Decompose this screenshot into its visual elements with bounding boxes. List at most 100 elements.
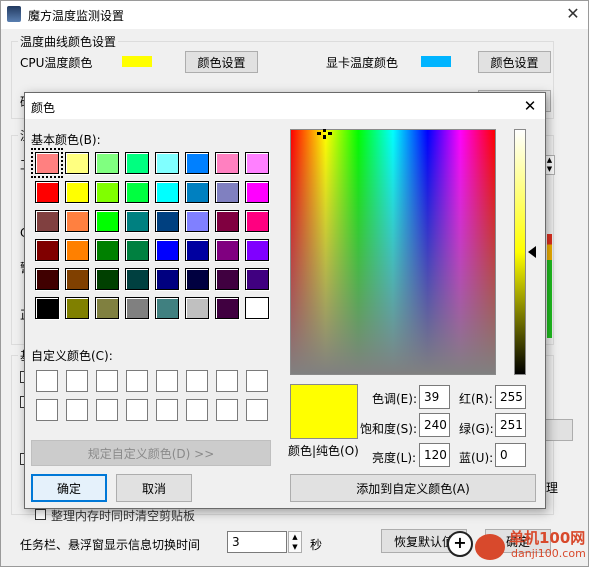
- green-input[interactable]: 251: [495, 413, 526, 437]
- partial-right-text: 理: [546, 481, 559, 495]
- gpu-color-button[interactable]: 颜色设置: [478, 51, 551, 73]
- cpu-color-button[interactable]: 颜色设置: [185, 51, 258, 73]
- basic-color-swatch[interactable]: [125, 181, 149, 203]
- basic-color-swatch[interactable]: [95, 210, 119, 232]
- basic-color-swatch[interactable]: [65, 297, 89, 319]
- basic-color-swatch[interactable]: [245, 152, 269, 174]
- basic-color-swatch[interactable]: [245, 239, 269, 261]
- basic-color-swatch[interactable]: [125, 239, 149, 261]
- blue-input[interactable]: 0: [495, 443, 526, 467]
- watermark-url: danji100.com: [511, 547, 586, 560]
- basic-color-swatch[interactable]: [185, 239, 209, 261]
- define-custom-colors-button[interactable]: 规定自定义颜色(D) >>: [31, 440, 271, 466]
- basic-color-swatch[interactable]: [215, 181, 239, 203]
- basic-color-swatch[interactable]: [125, 152, 149, 174]
- basic-color-swatch[interactable]: [155, 268, 179, 290]
- blue-label: 蓝(U):: [459, 451, 494, 465]
- luminance-arrow-icon[interactable]: [528, 246, 536, 258]
- basic-color-swatch[interactable]: [185, 152, 209, 174]
- basic-color-swatch[interactable]: [215, 268, 239, 290]
- spectrum-crosshair-icon: [317, 128, 333, 139]
- hue-input[interactable]: 39: [419, 385, 450, 409]
- main-title: 魔方温度监测设置: [28, 9, 125, 23]
- red-input[interactable]: 255: [495, 385, 526, 409]
- custom-color-slot[interactable]: [66, 399, 88, 421]
- basic-color-swatch[interactable]: [155, 210, 179, 232]
- basic-color-swatch[interactable]: [65, 239, 89, 261]
- gpu-color-label: 显卡温度颜色: [326, 56, 399, 70]
- basic-color-swatch[interactable]: [185, 210, 209, 232]
- basic-color-swatch[interactable]: [95, 239, 119, 261]
- dialog-title: 颜色: [31, 101, 56, 115]
- basic-colors-label: 基本颜色(B):: [31, 133, 101, 147]
- basic-color-swatch[interactable]: [245, 297, 269, 319]
- custom-color-slot[interactable]: [36, 399, 58, 421]
- basic-color-swatch[interactable]: [245, 210, 269, 232]
- custom-color-slot[interactable]: [246, 370, 268, 392]
- basic-color-swatch[interactable]: [31, 148, 63, 178]
- basic-color-swatch[interactable]: [35, 239, 59, 261]
- custom-color-slot[interactable]: [96, 399, 118, 421]
- custom-color-slot[interactable]: [246, 399, 268, 421]
- gpu-color-swatch: [421, 56, 451, 67]
- interval-label: 任务栏、悬浮窗显示信息切换时间: [20, 538, 201, 552]
- basic-color-swatch[interactable]: [155, 152, 179, 174]
- luminance-bar[interactable]: [514, 129, 526, 375]
- basic-color-swatch[interactable]: [215, 297, 239, 319]
- basic-color-swatch[interactable]: [95, 268, 119, 290]
- basic-color-swatch[interactable]: [35, 268, 59, 290]
- dialog-cancel-button[interactable]: 取消: [116, 474, 192, 502]
- clear-clipboard-checkbox[interactable]: [35, 509, 46, 520]
- basic-color-swatch[interactable]: [35, 210, 59, 232]
- basic-color-swatch[interactable]: [65, 152, 89, 174]
- basic-color-swatch[interactable]: [35, 181, 59, 203]
- custom-color-slot[interactable]: [156, 370, 178, 392]
- basic-color-swatch[interactable]: [65, 181, 89, 203]
- color-preview: [290, 384, 358, 439]
- basic-color-swatch[interactable]: [155, 239, 179, 261]
- basic-color-swatch[interactable]: [95, 297, 119, 319]
- basic-color-swatch[interactable]: [245, 268, 269, 290]
- basic-color-swatch[interactable]: [125, 268, 149, 290]
- basic-color-swatch[interactable]: [245, 181, 269, 203]
- basic-color-swatch[interactable]: [65, 210, 89, 232]
- curve-color-title: 温度曲线颜色设置: [18, 33, 119, 50]
- basic-color-swatch[interactable]: [185, 181, 209, 203]
- custom-color-slot[interactable]: [186, 399, 208, 421]
- custom-color-slot[interactable]: [126, 399, 148, 421]
- sat-input[interactable]: 240: [419, 413, 450, 437]
- basic-color-swatch[interactable]: [35, 297, 59, 319]
- custom-color-slot[interactable]: [186, 370, 208, 392]
- custom-colors-label: 自定义颜色(C):: [31, 349, 113, 363]
- basic-color-swatch[interactable]: [65, 268, 89, 290]
- add-custom-color-button[interactable]: 添加到自定义颜色(A): [290, 474, 536, 502]
- custom-color-slot[interactable]: [126, 370, 148, 392]
- color-spectrum[interactable]: [290, 129, 496, 375]
- custom-color-slot[interactable]: [216, 399, 238, 421]
- main-titlebar: 魔方温度监测设置 ✕: [1, 1, 588, 29]
- custom-color-slot[interactable]: [216, 370, 238, 392]
- basic-color-swatch[interactable]: [185, 297, 209, 319]
- custom-color-slot[interactable]: [156, 399, 178, 421]
- basic-color-swatch[interactable]: [95, 152, 119, 174]
- red-label: 红(R):: [459, 392, 493, 406]
- hue-label: 色调(E):: [372, 392, 417, 406]
- interval-spinner[interactable]: ▲ ▼: [288, 531, 302, 553]
- basic-color-swatch[interactable]: [95, 181, 119, 203]
- custom-color-slot[interactable]: [66, 370, 88, 392]
- custom-color-slot[interactable]: [36, 370, 58, 392]
- basic-color-swatch[interactable]: [215, 210, 239, 232]
- basic-color-swatch[interactable]: [215, 239, 239, 261]
- interval-input[interactable]: 3: [227, 531, 287, 553]
- basic-color-swatch[interactable]: [155, 297, 179, 319]
- lum-input[interactable]: 120: [419, 443, 450, 467]
- custom-color-slot[interactable]: [96, 370, 118, 392]
- dialog-close-icon[interactable]: ✕: [519, 95, 541, 117]
- dialog-ok-button[interactable]: 确定: [31, 474, 107, 502]
- basic-color-swatch[interactable]: [125, 210, 149, 232]
- close-icon[interactable]: ✕: [561, 3, 585, 25]
- basic-color-swatch[interactable]: [185, 268, 209, 290]
- basic-color-swatch[interactable]: [215, 152, 239, 174]
- basic-color-swatch[interactable]: [155, 181, 179, 203]
- basic-color-swatch[interactable]: [125, 297, 149, 319]
